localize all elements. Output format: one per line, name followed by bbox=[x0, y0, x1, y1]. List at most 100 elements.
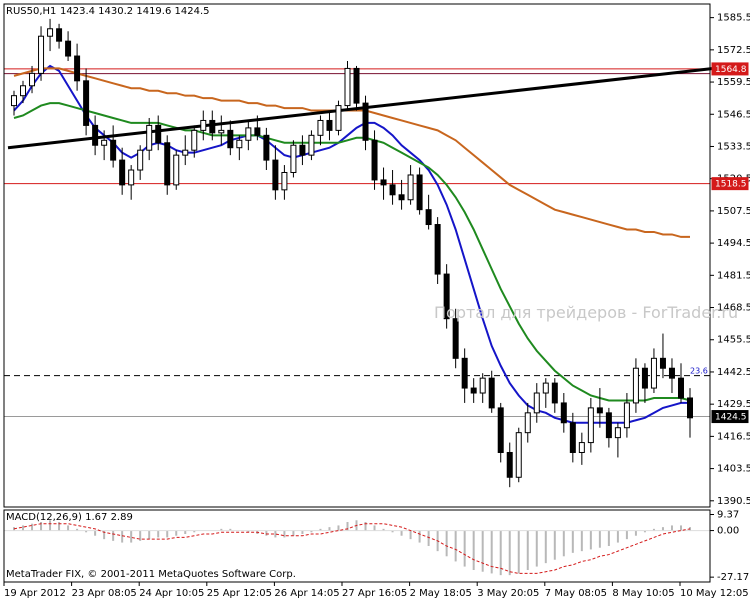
symbol-label: RUS50,H1 bbox=[6, 6, 56, 17]
candle[interactable] bbox=[290, 144, 297, 173]
candle[interactable] bbox=[560, 402, 567, 424]
candle[interactable] bbox=[353, 67, 360, 104]
x-tick-label: 24 Apr 10:05 bbox=[139, 588, 204, 599]
candle[interactable] bbox=[479, 377, 486, 394]
candle[interactable] bbox=[272, 159, 279, 191]
candle[interactable] bbox=[209, 119, 216, 134]
watermark: Портал для трейдеров - ForTrader.ru bbox=[434, 303, 738, 322]
x-tick-label: 25 Apr 12:05 bbox=[207, 588, 272, 599]
price-tag-label: 1518.5 bbox=[715, 180, 747, 190]
candle[interactable] bbox=[623, 402, 630, 429]
macd-signal-line[interactable] bbox=[13, 523, 691, 574]
candle[interactable] bbox=[47, 28, 54, 37]
candle[interactable] bbox=[65, 40, 72, 57]
chart-canvas[interactable]: 23.6 1585.51572.51559.51546.51533.51520.… bbox=[0, 0, 750, 600]
y-tick-label: 1494.5 bbox=[717, 238, 750, 249]
candle[interactable] bbox=[146, 124, 153, 151]
candle[interactable] bbox=[650, 357, 657, 389]
candle[interactable] bbox=[236, 139, 243, 149]
candle[interactable] bbox=[29, 72, 36, 87]
y-tick-label: 1455.5 bbox=[717, 335, 750, 346]
macd-tick-label: -27.17 bbox=[717, 572, 749, 583]
candle[interactable] bbox=[254, 127, 261, 136]
ohlc-readout: 1423.4 1430.2 1419.6 1424.5 bbox=[60, 6, 210, 17]
price-pane[interactable]: 23.6 bbox=[4, 18, 715, 488]
candle[interactable] bbox=[632, 367, 639, 404]
candle[interactable] bbox=[533, 392, 540, 414]
candle[interactable] bbox=[83, 80, 90, 126]
candle[interactable] bbox=[677, 377, 684, 399]
y-tick-label: 1390.5 bbox=[717, 496, 750, 507]
candle[interactable] bbox=[182, 149, 189, 156]
candle[interactable] bbox=[569, 422, 576, 453]
candle[interactable] bbox=[587, 407, 594, 444]
candle[interactable] bbox=[497, 407, 504, 453]
candle[interactable] bbox=[362, 102, 369, 141]
candle[interactable] bbox=[11, 95, 17, 107]
y-tick-label: 1533.5 bbox=[717, 141, 750, 152]
candle[interactable] bbox=[56, 28, 63, 42]
candle[interactable] bbox=[452, 318, 459, 359]
macd-pane[interactable] bbox=[4, 520, 710, 576]
candle[interactable] bbox=[596, 407, 603, 414]
candle[interactable] bbox=[542, 382, 549, 394]
x-tick-label: 10 May 12:05 bbox=[680, 588, 749, 599]
candle[interactable] bbox=[461, 357, 468, 389]
candle[interactable] bbox=[191, 129, 198, 151]
candle[interactable] bbox=[551, 382, 558, 404]
candle[interactable] bbox=[488, 377, 495, 409]
candle[interactable] bbox=[687, 397, 693, 419]
candle[interactable] bbox=[407, 174, 414, 201]
candle[interactable] bbox=[164, 142, 171, 186]
candle[interactable] bbox=[173, 154, 180, 186]
candle[interactable] bbox=[281, 171, 288, 191]
candle[interactable] bbox=[227, 129, 234, 149]
y-tick-label: 1429.5 bbox=[717, 399, 750, 410]
candle[interactable] bbox=[128, 169, 135, 186]
candle[interactable] bbox=[434, 224, 441, 275]
candle[interactable] bbox=[92, 124, 99, 146]
candle[interactable] bbox=[110, 139, 117, 161]
candle[interactable] bbox=[659, 357, 666, 369]
candle[interactable] bbox=[200, 119, 207, 131]
candle[interactable] bbox=[74, 55, 81, 82]
candle[interactable] bbox=[668, 367, 675, 379]
candle[interactable] bbox=[371, 139, 378, 181]
y-tick-label: 1559.5 bbox=[717, 77, 750, 88]
axes: 1585.51572.51559.51546.51533.51520.51507… bbox=[3, 3, 750, 599]
candle[interactable] bbox=[425, 209, 432, 226]
candle[interactable] bbox=[326, 119, 333, 131]
y-tick-label: 1403.5 bbox=[717, 464, 750, 475]
candle[interactable] bbox=[317, 119, 324, 136]
candle[interactable] bbox=[119, 159, 126, 186]
y-tick-label: 1416.5 bbox=[717, 431, 750, 442]
candle[interactable] bbox=[389, 184, 396, 196]
macd-label: MACD(12,26,9) 1.67 2.89 bbox=[6, 512, 133, 523]
candle[interactable] bbox=[20, 85, 27, 97]
candle[interactable] bbox=[380, 179, 387, 186]
candle[interactable] bbox=[263, 134, 270, 161]
candle[interactable] bbox=[614, 427, 621, 439]
candle[interactable] bbox=[524, 412, 531, 434]
x-tick-label: 7 May 08:05 bbox=[545, 588, 607, 599]
candle[interactable] bbox=[101, 139, 108, 146]
candle[interactable] bbox=[335, 105, 342, 131]
candle[interactable] bbox=[245, 127, 252, 141]
candle[interactable] bbox=[641, 367, 648, 389]
candle[interactable] bbox=[605, 412, 612, 439]
candle[interactable] bbox=[416, 174, 423, 211]
candle[interactable] bbox=[578, 442, 585, 453]
trendline[interactable] bbox=[7, 66, 715, 150]
candle[interactable] bbox=[155, 124, 162, 144]
candle[interactable] bbox=[470, 387, 477, 394]
candle[interactable] bbox=[344, 67, 351, 107]
candle[interactable] bbox=[308, 134, 315, 156]
x-tick-label: 2 May 18:05 bbox=[410, 588, 472, 599]
candle[interactable] bbox=[38, 35, 45, 74]
candle[interactable] bbox=[506, 451, 513, 478]
candle[interactable] bbox=[299, 144, 306, 156]
candle[interactable] bbox=[398, 194, 405, 201]
candle[interactable] bbox=[137, 149, 144, 171]
candle[interactable] bbox=[515, 432, 522, 478]
candle[interactable] bbox=[218, 129, 225, 134]
